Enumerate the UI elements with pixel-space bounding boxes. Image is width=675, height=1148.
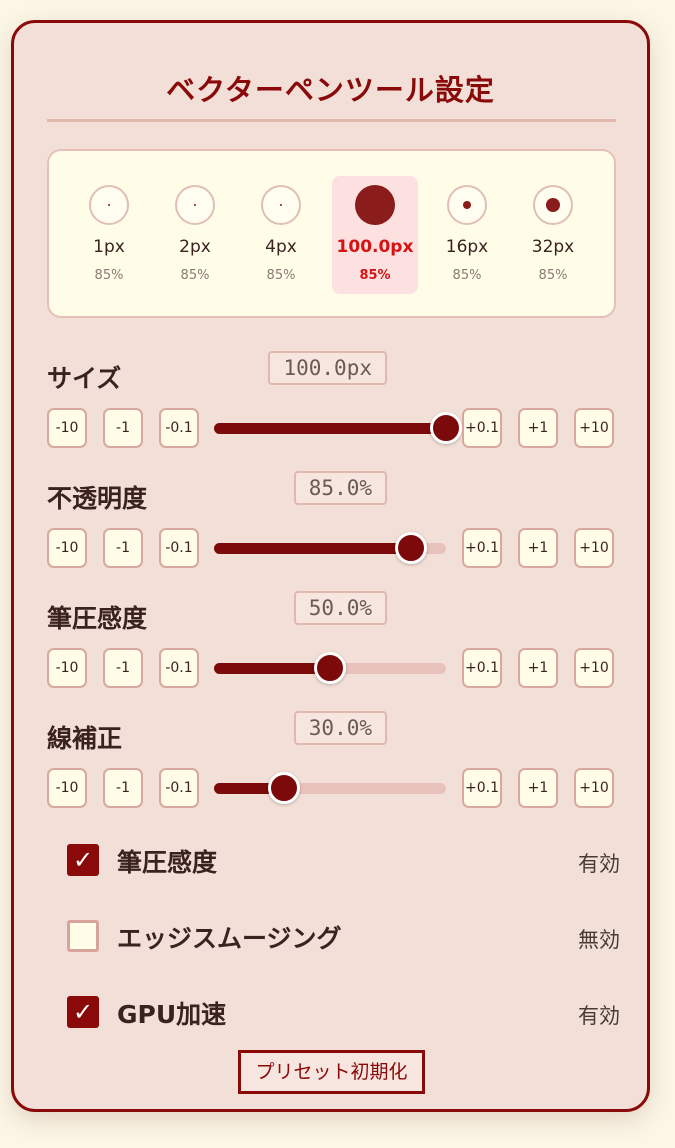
pressure-label: 筆圧感度 [47,604,148,633]
size-minus-1-button[interactable]: -1 [103,408,143,448]
pressure-slider[interactable] [214,652,446,684]
preset-dot [546,198,560,212]
smoothing-value-field[interactable]: 30.0% [293,711,387,745]
preset-size-icon [175,185,215,225]
preset-opacity: 85% [452,268,482,283]
pressure-control: 筆圧感度 50.0% -10 -1 -0.1 +0.1 +1 +10 [47,591,616,701]
preset-current[interactable]: 100.0px 85% [332,176,418,294]
preset-label: 1px [93,237,125,257]
edge-smoothing-checkbox[interactable] [67,920,99,952]
smoothing-plus-0.1-button[interactable]: +0.1 [462,768,502,808]
opacity-plus-1-button[interactable]: +1 [518,528,558,568]
smoothing-control: 線補正 30.0% -10 -1 -0.1 +0.1 +1 +10 [47,711,616,821]
reset-presets-button[interactable]: プリセット初期化 [238,1050,425,1094]
opacity-slider[interactable] [214,532,446,564]
preset-label: 32px [531,237,575,257]
preset-2px[interactable]: 2px 85% [152,176,238,294]
panel-title: ベクターペンツール設定 [166,73,495,107]
smoothing-plus-1-button[interactable]: +1 [518,768,558,808]
preset-size-icon [89,185,129,225]
gpu-toggle-label: GPU加速 [117,1000,227,1029]
edge-smoothing-toggle-label: エッジスムージング [117,924,342,953]
gpu-toggle-status: 有効 [578,1004,620,1028]
preset-32px[interactable]: 32px 85% [510,176,596,294]
smoothing-minus-1-button[interactable]: -1 [103,768,143,808]
opacity-slider-fill [214,543,412,554]
size-minus-10-button[interactable]: -10 [47,408,87,448]
preset-size-icon [533,185,573,225]
pressure-toggle-row: ✓ 筆圧感度 有効 [67,840,620,880]
pressure-minus-1-button[interactable]: -1 [103,648,143,688]
smoothing-slider[interactable] [214,772,446,804]
checkmark-icon: ✓ [72,998,94,1026]
opacity-plus-10-button[interactable]: +10 [574,528,614,568]
smoothing-minus-10-button[interactable]: -10 [47,768,87,808]
preset-dot [194,204,196,206]
preset-1px[interactable]: 1px 85% [66,176,152,294]
preset-size-icon [447,185,487,225]
gpu-toggle-row: ✓ GPU加速 有効 [67,992,620,1032]
preset-label: 16px [445,237,489,257]
size-slider-thumb[interactable] [430,412,462,444]
checkmark-icon: ✓ [72,846,94,874]
opacity-minus-10-button[interactable]: -10 [47,528,87,568]
opacity-control: 不透明度 85.0% -10 -1 -0.1 +0.1 +1 +10 [47,471,616,581]
pressure-toggle-status: 有効 [578,852,620,876]
pressure-plus-10-button[interactable]: +10 [574,648,614,688]
gpu-checkbox[interactable]: ✓ [67,996,99,1028]
preset-opacity: 85% [538,268,568,283]
pressure-plus-0.1-button[interactable]: +0.1 [462,648,502,688]
preset-size-icon [261,185,301,225]
opacity-label: 不透明度 [47,484,148,513]
size-slider[interactable] [214,412,462,444]
opacity-slider-thumb[interactable] [395,532,428,564]
size-plus-1-button[interactable]: +1 [518,408,558,448]
preset-size-icon [355,185,395,225]
preset-label: 100.0px [336,237,414,257]
preset-opacity: 85% [266,268,296,283]
size-slider-fill [214,423,446,434]
opacity-plus-0.1-button[interactable]: +0.1 [462,528,502,568]
edge-smoothing-toggle-row: エッジスムージング 無効 [67,916,620,956]
smoothing-label: 線補正 [47,724,123,753]
pressure-toggle-label: 筆圧感度 [117,848,218,877]
smoothing-plus-10-button[interactable]: +10 [574,768,614,808]
pressure-value-field[interactable]: 50.0% [293,591,387,625]
preset-4px[interactable]: 4px 85% [238,176,324,294]
size-control: サイズ 100.0px -10 -1 -0.1 +0.1 +1 +10 [47,351,616,461]
opacity-minus-0.1-button[interactable]: -0.1 [159,528,199,568]
size-plus-10-button[interactable]: +10 [574,408,614,448]
opacity-minus-1-button[interactable]: -1 [103,528,143,568]
smoothing-minus-0.1-button[interactable]: -0.1 [159,768,199,808]
preset-opacity: 85% [94,268,124,283]
preset-label: 2px [179,237,211,257]
preset-opacity: 85% [180,268,210,283]
smoothing-slider-thumb[interactable] [267,772,300,804]
title-divider [47,119,616,122]
preset-opacity: 85% [359,268,391,283]
pressure-slider-thumb[interactable] [314,652,346,684]
brush-presets: 1px 85% 2px 85% 4px 85% 100.0px 85% 16px… [47,149,616,318]
preset-dot [280,204,282,206]
preset-16px[interactable]: 16px 85% [424,176,510,294]
pen-settings-panel: ベクターペンツール設定 1px 85% 2px 85% 4px 85% 100.… [11,20,650,1112]
opacity-value-field[interactable]: 85.0% [293,471,387,505]
preset-dot [463,201,471,209]
size-value-field[interactable]: 100.0px [268,351,387,385]
pressure-checkbox[interactable]: ✓ [67,844,99,876]
edge-smoothing-toggle-status: 無効 [578,928,620,952]
size-minus-0.1-button[interactable]: -0.1 [159,408,199,448]
preset-label: 4px [265,237,297,257]
size-plus-0.1-button[interactable]: +0.1 [462,408,502,448]
pressure-slider-fill [214,663,330,674]
pressure-minus-10-button[interactable]: -10 [47,648,87,688]
pressure-plus-1-button[interactable]: +1 [518,648,558,688]
size-label: サイズ [47,364,122,393]
preset-dot [108,204,110,206]
pressure-minus-0.1-button[interactable]: -0.1 [159,648,199,688]
